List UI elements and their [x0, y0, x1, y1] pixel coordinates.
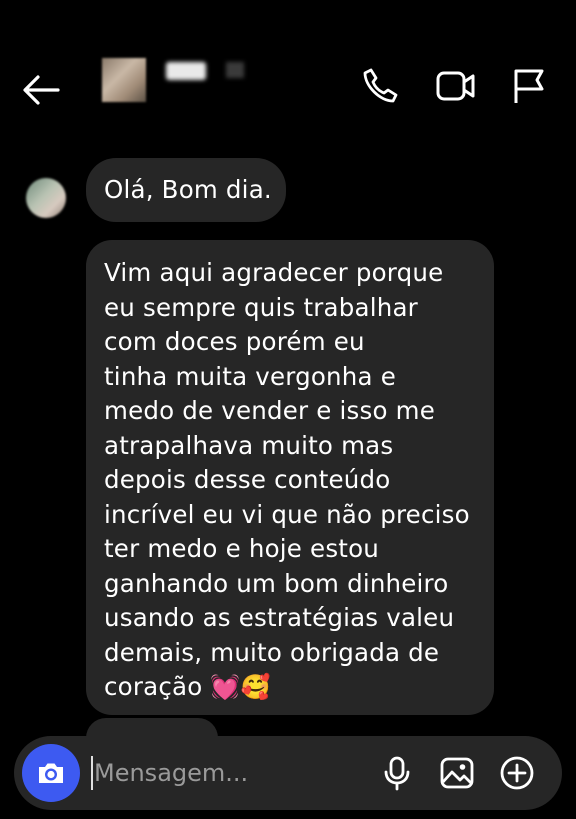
back-button[interactable] — [20, 68, 64, 112]
camera-button[interactable] — [22, 744, 80, 802]
message-line: medo de vender e isso me — [104, 396, 435, 425]
message-line: eu sempre quis trabalhar — [104, 292, 418, 322]
microphone-icon — [384, 756, 410, 791]
flag-icon — [514, 69, 544, 103]
video-call-button[interactable] — [434, 66, 475, 106]
sender-avatar[interactable] — [26, 178, 66, 218]
gallery-button[interactable] — [438, 754, 476, 792]
contact-status-redacted — [226, 62, 244, 78]
phone-icon — [363, 68, 398, 103]
message-line: ganhando um bom dinheiro — [104, 568, 449, 598]
chat-header — [0, 0, 576, 140]
message-line: incrível eu vi que não preciso — [104, 499, 470, 529]
message-line: tinha muita vergonha e — [104, 361, 396, 391]
plus-circle-icon — [500, 756, 534, 790]
message-composer — [14, 736, 562, 810]
message-line: depois desse conteúdo — [104, 465, 391, 494]
chat-screen: Olá, Bom dia. Vim aqui agradecer porque … — [0, 0, 576, 819]
message-line: demais, muito obrigada de — [104, 637, 440, 667]
arrow-left-icon — [23, 75, 60, 105]
contact-avatar[interactable] — [102, 58, 146, 102]
message-line: usando as estratégias valeu — [104, 603, 455, 632]
text-cursor — [91, 756, 93, 790]
message-line: Vim aqui agradecer porque — [104, 258, 444, 287]
message-input[interactable] — [94, 752, 294, 794]
heart-emoji-icon: 💓🥰 — [210, 673, 271, 701]
message-text: Olá, Bom dia. — [104, 175, 272, 204]
message-bubble[interactable]: Vim aqui agradecer porque eu sempre quis… — [86, 240, 494, 715]
contact-name-redacted[interactable] — [166, 62, 206, 80]
voice-call-button[interactable] — [360, 66, 400, 106]
image-gallery-icon — [440, 757, 474, 789]
message-line: com doces porém eu — [104, 327, 365, 356]
video-camera-icon — [436, 71, 475, 101]
more-options-button[interactable] — [498, 754, 536, 792]
message-line: atrapalhava muito mas — [104, 430, 394, 460]
message-bubble[interactable]: Olá, Bom dia. — [86, 158, 286, 222]
message-line: ter medo e hoje estou — [104, 534, 380, 563]
report-button[interactable] — [510, 66, 550, 106]
message-last-text: coração — [104, 672, 203, 701]
camera-icon — [39, 763, 63, 783]
voice-message-button[interactable] — [378, 754, 416, 792]
message-line: coração 💓🥰 — [104, 670, 480, 705]
